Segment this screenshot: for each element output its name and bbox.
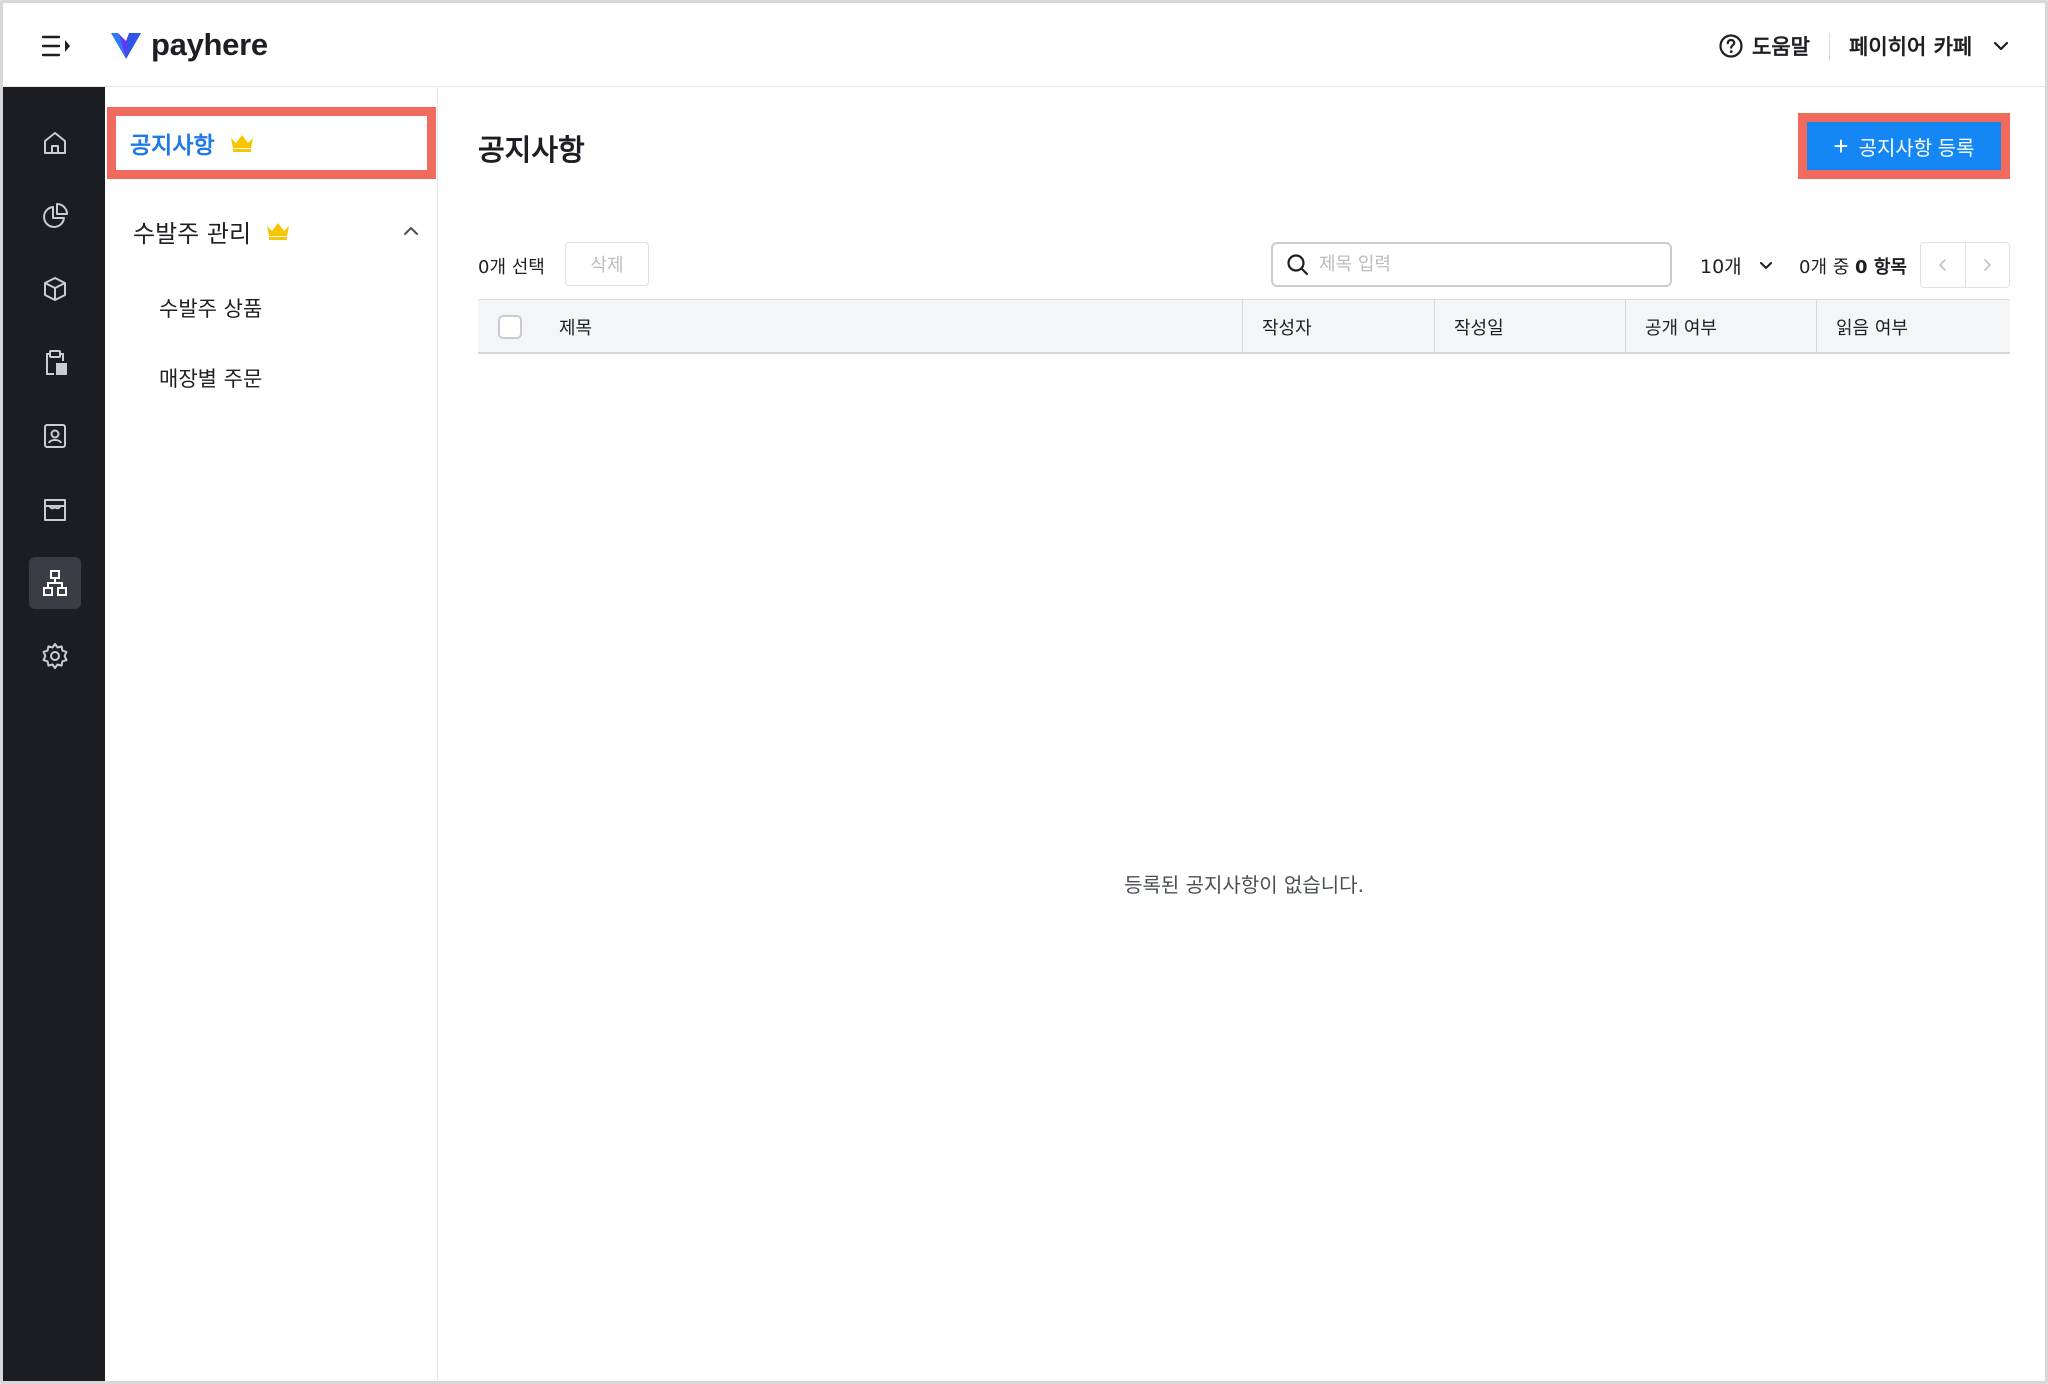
page-size-select[interactable]: 10개 xyxy=(1700,248,1776,282)
chevron-left-icon xyxy=(1939,259,1946,271)
sub-navigation: 공지사항 수발주 관리 수발주 상품 매장별 주문 xyxy=(105,87,438,1381)
rail-store[interactable] xyxy=(29,483,81,535)
rail-orders[interactable] xyxy=(29,557,81,609)
rail-home[interactable] xyxy=(29,117,81,169)
help-circle-icon xyxy=(1719,34,1743,58)
add-notice-button[interactable]: + 공지사항 등록 xyxy=(1807,122,2001,170)
top-bar: payhere 도움말 페이히어 카페 xyxy=(3,3,2045,87)
empty-state-message: 등록된 공지사항이 없습니다. xyxy=(1124,873,1364,897)
submenu-group-order-management[interactable]: 수발주 관리 xyxy=(133,201,423,261)
next-page-button[interactable] xyxy=(1964,243,2009,287)
select-all-checkbox[interactable] xyxy=(498,315,522,339)
item-range: 0개 중 0 항목 xyxy=(1799,253,1907,279)
submenu-group-label: 수발주 관리 xyxy=(133,219,252,248)
rail-settings[interactable] xyxy=(29,630,81,682)
sitemap-icon xyxy=(43,570,67,596)
rail-customers[interactable] xyxy=(29,410,81,462)
payhere-logo-icon xyxy=(111,33,141,59)
gear-icon xyxy=(42,643,68,669)
help-link[interactable]: 도움말 xyxy=(1718,29,1810,63)
payhere-logo[interactable]: payhere xyxy=(109,25,268,65)
pagination xyxy=(1920,242,2010,288)
icon-rail xyxy=(3,87,105,1381)
contact-card-icon xyxy=(44,424,66,448)
header-divider xyxy=(1829,33,1830,61)
chevron-up-icon[interactable] xyxy=(399,219,423,243)
column-title[interactable]: 제목 xyxy=(540,300,1242,353)
chevron-down-icon xyxy=(1759,262,1772,269)
submenu-item-order-products[interactable]: 수발주 상품 xyxy=(159,288,262,328)
box-icon xyxy=(44,277,66,301)
page-title: 공지사항 xyxy=(478,133,585,167)
crown-icon xyxy=(267,223,290,240)
search-box[interactable] xyxy=(1271,242,1672,287)
add-button-highlight: + 공지사항 등록 xyxy=(1798,113,2010,179)
delete-button[interactable]: 삭제 xyxy=(565,242,649,286)
column-author[interactable]: 작성자 xyxy=(1242,300,1434,353)
table-toolbar: 0개 선택 삭제 10개 0개 중 0 항목 xyxy=(478,242,2010,288)
plus-icon: + xyxy=(1833,131,1849,161)
rail-inventory[interactable] xyxy=(29,337,81,389)
chevron-down-icon xyxy=(1994,41,2009,51)
home-icon xyxy=(44,132,66,154)
table-header: 제목 작성자 작성일 공개 여부 읽음 여부 xyxy=(478,299,2010,354)
app-window: payhere 도움말 페이히어 카페 공지사항 수발주 관리 수발주 상품 매… xyxy=(0,0,2048,1384)
column-read-status[interactable]: 읽음 여부 xyxy=(1816,300,2010,353)
column-date[interactable]: 작성일 xyxy=(1434,300,1625,353)
menu-toggle-icon[interactable] xyxy=(39,29,73,63)
clipboard-icon xyxy=(46,350,67,375)
rail-products[interactable] xyxy=(29,263,81,315)
submenu-item-label: 공지사항 xyxy=(130,133,215,159)
column-visibility[interactable]: 공개 여부 xyxy=(1625,300,1816,353)
add-notice-label: 공지사항 등록 xyxy=(1858,137,1975,160)
range-count: 0 항목 xyxy=(1855,257,1907,278)
submenu-item-store-orders[interactable]: 매장별 주문 xyxy=(159,358,262,398)
rail-analytics[interactable] xyxy=(29,190,81,242)
range-prefix: 0개 중 xyxy=(1799,257,1850,278)
page-size-value: 10개 xyxy=(1700,255,1742,278)
search-icon xyxy=(1287,253,1309,275)
chevron-right-icon xyxy=(1984,259,1992,271)
crown-icon xyxy=(230,135,253,152)
pie-chart-icon xyxy=(43,203,68,228)
store-icon xyxy=(44,499,66,521)
selected-count: 0개 선택 xyxy=(478,257,545,278)
store-name: 페이히어 카페 xyxy=(1849,35,1973,59)
prev-page-button[interactable] xyxy=(1921,243,1965,287)
submenu-item-notices[interactable]: 공지사항 xyxy=(107,107,436,179)
search-input[interactable] xyxy=(1319,254,1649,275)
help-label: 도움말 xyxy=(1752,35,1810,59)
main-content: 공지사항 + 공지사항 등록 0개 선택 삭제 10개 0개 중 0 항목 xyxy=(439,87,2045,1381)
logo-text: payhere xyxy=(151,27,268,62)
store-selector[interactable]: 페이히어 카페 xyxy=(1849,29,2012,63)
